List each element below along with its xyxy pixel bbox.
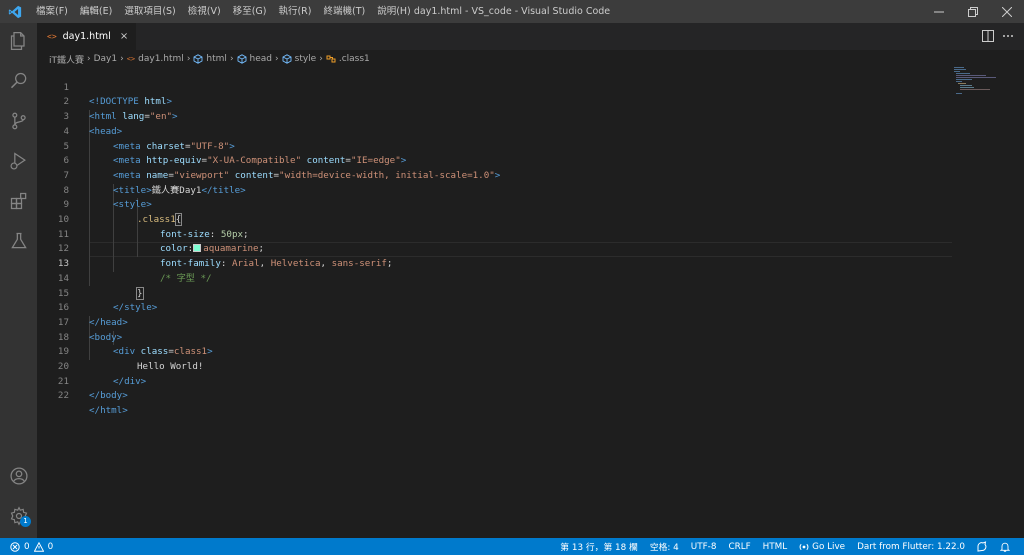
restore-button[interactable] [956,0,990,23]
run-debug-icon[interactable] [0,143,37,179]
symbol-field-icon [193,54,203,64]
code-line: 16 </head> [37,287,952,328]
testing-icon[interactable] [0,223,37,259]
code-line: 12 font-family: Arial, Helvetica, sans-s… [37,228,952,269]
title-bar: 檔案(F) 編輯(E) 選取項目(S) 檢視(V) 移至(G) 執行(R) 終端… [0,0,1024,23]
chevron-right-icon: › [319,54,323,64]
extensions-icon[interactable] [0,183,37,219]
code-line: 7 <title>鐵人賽Day1</title> [37,154,952,196]
status-bar-right: 第 13 行，第 18 欄 空格: 4 UTF-8 CRLF HTML Go L… [554,538,1016,555]
symbol-field-icon [237,54,247,64]
breadcrumb-item[interactable]: day1.html [138,54,184,64]
code-line: 9 .class1{ [37,184,952,226]
minimize-button[interactable] [922,0,956,23]
chevron-right-icon: › [120,54,124,64]
code-editor[interactable]: 1 <!DOCTYPE html> 2 <html lang="en"> 3 <… [37,66,1024,538]
account-icon[interactable] [0,458,37,494]
indentation[interactable]: 空格: 4 [644,540,685,553]
menu-view[interactable]: 檢視(V) [182,0,227,23]
menu-edit[interactable]: 編輯(E) [74,0,118,23]
code-line: 17 <body> [37,301,952,343]
menu-file[interactable]: 檔案(F) [30,0,74,23]
breadcrumb-item[interactable]: Day1 [94,54,118,64]
code-line: 15 </style> [37,272,952,314]
code-line: 5 <meta http-equiv="X-UA-Compatible" con… [37,125,952,167]
token: </html> [89,405,128,417]
broadcast-icon [799,543,809,550]
code-line: 18 <div class=class1> [37,316,952,358]
bell-icon[interactable] [994,542,1016,552]
symbol-class-icon [326,54,336,64]
chevron-right-icon: › [275,54,279,64]
tab-label: day1.html [62,31,111,42]
code-line: 6 <meta name="viewport" content="width=d… [37,140,952,181]
line-number: 22 [57,390,69,402]
error-count: 0 [24,541,30,552]
window-controls [922,0,1024,23]
code-line: 10 font-size: 50px; [37,198,952,240]
code-line: 2 <html lang="en"> [37,81,952,122]
vscode-logo-icon [0,0,30,23]
tab-bar: <> day1.html × [37,23,1024,50]
minimap[interactable] [952,66,1012,96]
code-line: 11 color: aquamarine; [37,213,952,255]
menu-selection[interactable]: 選取項目(S) [118,0,181,23]
code-text: </body> [89,389,128,404]
go-live-button[interactable]: Go Live [793,542,851,552]
breadcrumb-item[interactable]: html [206,54,227,64]
feedback-icon[interactable] [971,541,994,552]
code-line: 3 <head> [37,95,952,137]
encoding[interactable]: UTF-8 [685,542,723,552]
breadcrumb-item[interactable]: .class1 [339,54,370,64]
breadcrumb-item[interactable]: iT鐵人賽 [49,53,84,66]
split-editor-icon[interactable] [982,27,994,46]
code-line: 13 /* 字型 */ [37,242,952,284]
code-line: 22 </html> [37,375,952,416]
symbol-field-icon [282,54,292,64]
html-file-icon: <> [47,32,57,41]
problems-indicator[interactable]: 0 0 [10,538,53,555]
token: </body> [89,390,128,402]
code-line: 19 Hello World! [37,331,952,372]
cursor-position[interactable]: 第 13 行，第 18 欄 [554,540,644,553]
status-bar: 0 0 第 13 行，第 18 欄 空格: 4 UTF-8 CRLF HTML … [0,538,1024,555]
menu-terminal[interactable]: 終端機(T) [317,0,371,23]
code-line: 1 <!DOCTYPE html> [37,66,952,108]
html-file-icon: <> [126,55,136,63]
code-line: 20 </div> [37,345,952,387]
close-window-button[interactable] [990,0,1024,23]
activity-bar: 1 [0,23,37,538]
menu-help[interactable]: 說明(H) [371,0,417,23]
flutter-sdk[interactable]: Dart from Flutter: 1.22.0 [851,542,971,552]
code-line: 14 } [37,257,952,300]
breadcrumb-item[interactable]: head [250,54,272,64]
code-line: 8 <style> [37,169,952,211]
menu-go[interactable]: 移至(G) [227,0,273,23]
chevron-right-icon: › [87,54,91,64]
tab-day1-html[interactable]: <> day1.html × [37,23,136,50]
breadcrumb-item[interactable]: style [295,54,317,64]
code-line: 4 <meta charset="UTF-8"> [37,110,952,152]
error-icon [10,541,20,552]
warning-count: 0 [47,541,54,552]
chevron-right-icon: › [186,54,191,64]
go-live-label: Go Live [812,541,846,552]
code-text: </html> [89,404,128,419]
settings-gear-icon[interactable]: 1 [0,498,37,534]
close-tab-icon[interactable]: × [120,31,128,42]
source-control-icon[interactable] [0,103,37,139]
chevron-right-icon: › [229,54,234,64]
language-mode[interactable]: HTML [757,542,793,552]
menu-run[interactable]: 執行(R) [272,0,317,23]
explorer-icon[interactable] [0,23,37,59]
search-icon[interactable] [0,63,37,99]
notification-badge: 1 [20,516,31,527]
warning-icon [33,541,44,552]
end-of-line[interactable]: CRLF [722,542,756,552]
editor-scrollbar[interactable] [1014,66,1024,538]
code-line: 21 </body> [37,360,952,402]
more-actions-icon[interactable] [1002,27,1014,46]
editor-actions [982,23,1014,50]
